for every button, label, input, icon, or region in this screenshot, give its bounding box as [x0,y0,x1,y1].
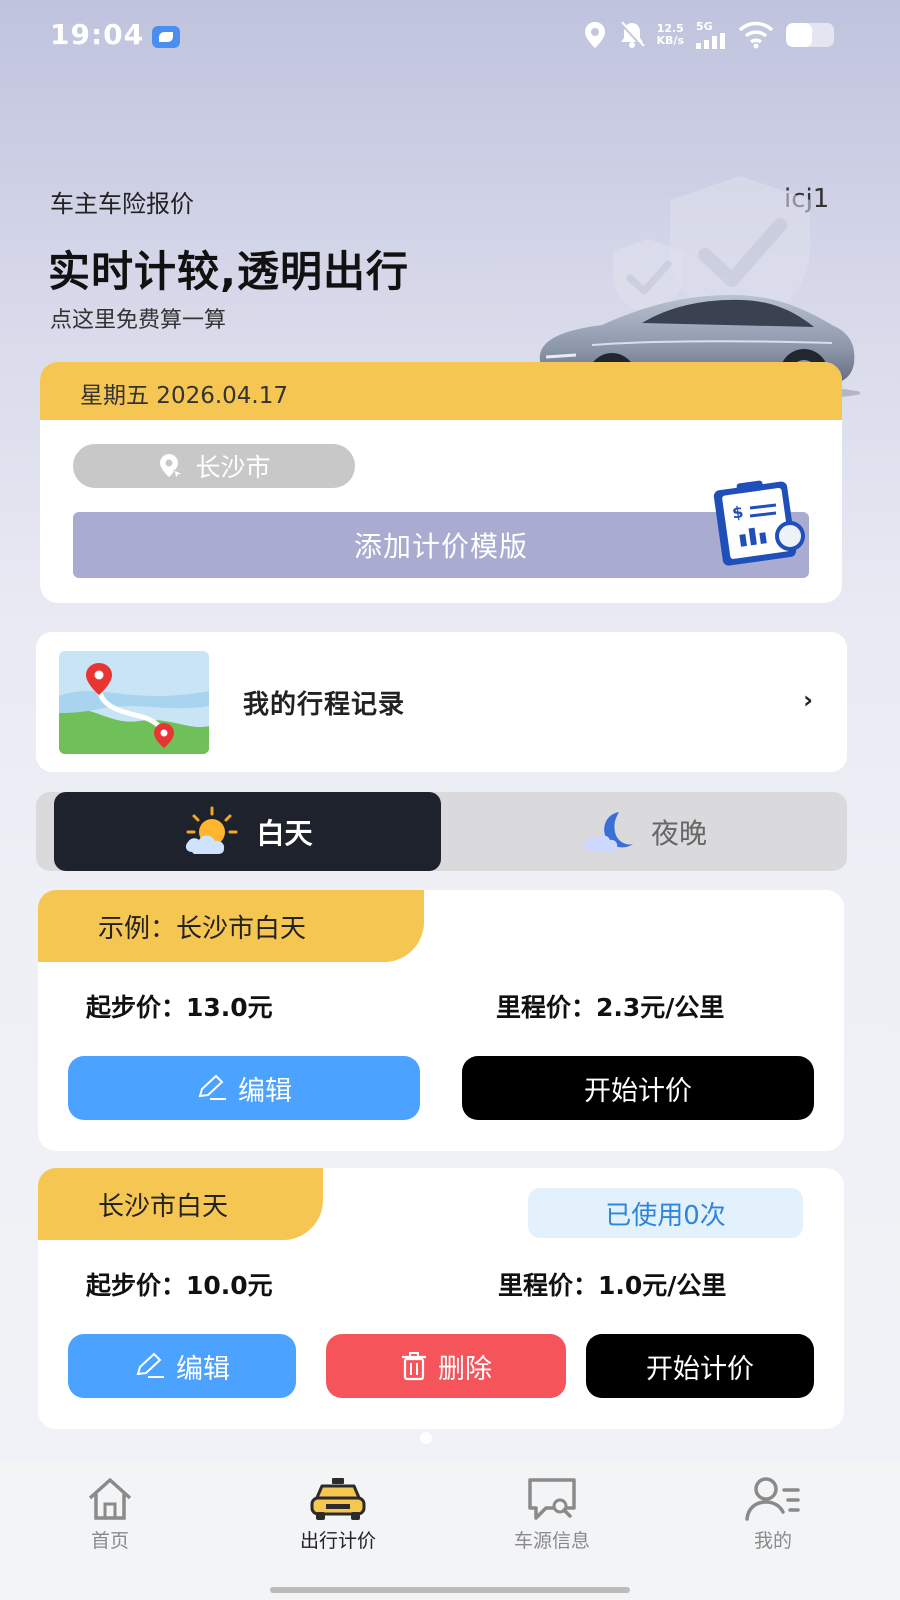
current-date: 星期五 2026.04.17 [80,383,288,409]
moon-cloud-icon [583,811,633,852]
edit-label: 编辑 [176,1353,230,1385]
start-price: 起步价：13.0元 [86,993,273,1022]
taxi-icon [310,1478,366,1520]
home-icon [88,1478,132,1520]
nav-item-pricing[interactable]: 出行计价 [258,1476,418,1553]
status-time: 19:04 [50,18,145,51]
edit-label: 编辑 [238,1075,292,1107]
mileage-price: 里程价：1.0元/公里 [498,1271,727,1300]
network-speed: 12.5 KB/s [656,21,684,47]
status-bar: 19:04 12.5 KB/s 5G [0,0,900,75]
trip-records-card[interactable]: 我的行程记录 › [36,632,847,772]
price-template-card: 示例：长沙市白天 起步价：13.0元 里程价：2.3元/公里 编辑 开始计价 [38,890,844,1151]
edit-icon [136,1352,164,1378]
start-price: 起步价：10.0元 [86,1271,273,1300]
start-pricing-button[interactable]: 开始计价 [462,1056,814,1120]
app-notification-icon [152,26,180,48]
tab-day-label: 白天 [256,816,313,850]
day-night-tabs: 白天 夜晚 [36,792,847,871]
edit-button[interactable]: 编辑 [68,1334,296,1398]
date-bar: 星期五 2026.04.17 [40,362,842,420]
home-indicator[interactable] [270,1587,630,1593]
tab-night[interactable]: 夜晚 [441,792,847,871]
mileage-price: 里程价：2.3元/公里 [496,993,725,1022]
network-speed-value: 12.5 [656,21,684,35]
edit-button[interactable]: 编辑 [68,1056,420,1120]
status-icons: 12.5 KB/s 5G [583,20,834,49]
hero-subtitle: 车主车险报价 [50,190,194,218]
start-pricing-label: 开始计价 [646,1353,754,1385]
mute-bell-icon [619,20,645,48]
delete-label: 删除 [438,1353,492,1385]
sun-cloud-icon [186,806,238,854]
battery-icon [786,22,834,47]
city-selector[interactable]: 长沙市 [73,444,355,488]
signal-icon [696,33,725,49]
tab-day[interactable]: 白天 [54,792,441,871]
location-pin-icon [160,454,186,480]
add-template-button[interactable]: 添加计价模版 [73,512,809,578]
trash-icon [402,1352,426,1381]
network-type: 5G [696,20,713,33]
nav-item-profile[interactable]: 我的 [693,1476,853,1553]
profile-icon [745,1477,800,1521]
nav-item-car-info[interactable]: 车源信息 [472,1476,632,1553]
clipboard-report-icon: $ [713,480,805,566]
edit-icon [198,1074,226,1100]
start-pricing-label: 开始计价 [584,1075,692,1107]
scroll-indicator [420,1432,432,1444]
price-template-card: 长沙市白天 已使用0次 起步价：10.0元 里程价：1.0元/公里 编辑 删除 … [38,1168,844,1429]
nav-label-car-info: 车源信息 [513,1530,590,1552]
network-speed-unit: KB/s [656,33,684,47]
bottom-navigation: 首页 出行计价 车源信息 我的 [0,1462,900,1600]
nav-item-home[interactable]: 首页 [30,1476,190,1553]
map-route-icon [59,651,209,754]
tab-night-label: 夜晚 [650,816,707,850]
nav-label-profile: 我的 [753,1530,792,1552]
template-name-tag: 长沙市白天 [38,1168,323,1240]
hero-description[interactable]: 点这里免费算一算 [50,302,226,334]
hero-title[interactable]: 实时计较,透明出行 [48,238,409,299]
nav-label-home: 首页 [90,1530,129,1552]
nav-label-pricing: 出行计价 [299,1530,376,1552]
usage-count-badge: 已使用0次 [528,1188,803,1238]
template-name-tag: 示例：长沙市白天 [38,890,424,962]
start-pricing-button[interactable]: 开始计价 [586,1334,814,1398]
delete-button[interactable]: 删除 [326,1334,566,1398]
wifi-icon [738,21,774,48]
city-name: 长沙市 [195,453,271,482]
cell-signal: 5G [696,20,726,49]
map-thumbnail [59,651,209,754]
chevron-right-icon: › [803,686,813,714]
car-info-icon [528,1478,576,1520]
location-icon [584,21,605,48]
trip-records-label: 我的行程记录 [243,690,406,720]
battery-fill [786,22,813,47]
